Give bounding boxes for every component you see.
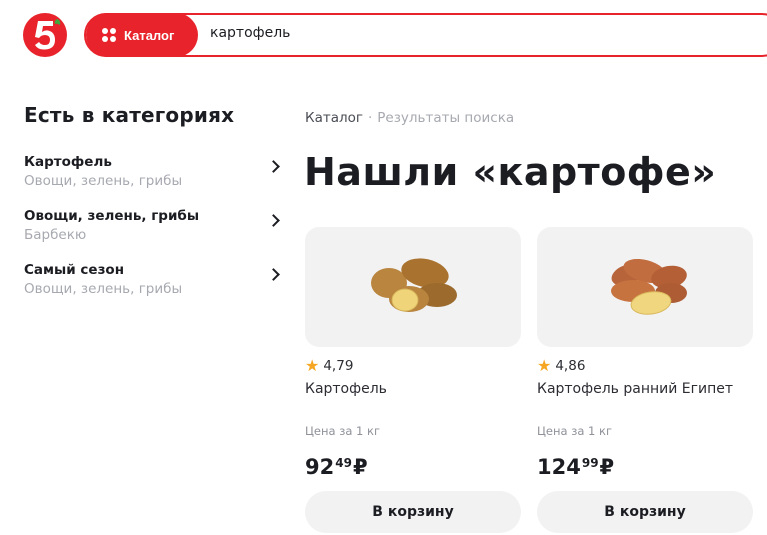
sidebar-item-label: Самый сезон [24, 262, 125, 278]
potato-image [611, 258, 687, 315]
chevron-right-icon [267, 268, 280, 281]
breadcrumb: Каталог · Результаты поиска [305, 110, 514, 126]
catalog-button[interactable]: Каталог [86, 13, 198, 57]
catalog-button-label: Каталог [124, 27, 175, 43]
price-unit-label: Цена за 1 кг [305, 424, 381, 438]
currency-symbol: ₽ [352, 455, 368, 479]
breadcrumb-current: Результаты поиска [377, 110, 515, 126]
breadcrumb-catalog-link[interactable]: Каталог [305, 110, 363, 126]
price-integer: 124 [537, 455, 581, 479]
product-image[interactable] [537, 227, 753, 347]
sidebar-item-sublabel: Барбекю [24, 227, 87, 243]
product-price: 124 99 ₽ [537, 455, 614, 479]
product-name[interactable]: Картофель [305, 381, 387, 397]
search-input[interactable] [210, 25, 710, 41]
breadcrumb-separator: · [367, 110, 373, 126]
price-fraction: 99 [581, 456, 599, 470]
currency-symbol: ₽ [599, 455, 615, 479]
pyaterochka-logo[interactable] [22, 12, 68, 58]
product-name[interactable]: Картофель ранний Египет [537, 381, 733, 397]
product-image[interactable] [305, 227, 521, 347]
categories-title: Есть в категориях [24, 103, 235, 127]
product-rating: ★ 4,79 [305, 356, 353, 375]
add-to-cart-button[interactable]: В корзину [537, 491, 753, 533]
page-title: Нашли «картофе» [304, 150, 717, 194]
chevron-right-icon [267, 160, 280, 173]
sidebar-item-season[interactable]: Самый сезон Овощи, зелень, грибы [24, 262, 284, 302]
price-integer: 92 [305, 455, 335, 479]
sidebar-item-potatoes[interactable]: Картофель Овощи, зелень, грибы [24, 154, 284, 194]
sidebar-item-vegetables[interactable]: Овощи, зелень, грибы Барбекю [24, 208, 284, 248]
product-card[interactable]: ★ 4,79 Картофель Цена за 1 кг 92 49 ₽ В ко… [305, 227, 521, 535]
chevron-right-icon [267, 214, 280, 227]
rating-value: 4,79 [323, 357, 354, 374]
price-fraction: 49 [335, 456, 352, 470]
sidebar-item-sublabel: Овощи, зелень, грибы [24, 281, 183, 297]
price-unit-label: Цена за 1 кг [537, 424, 613, 438]
search-bar: Каталог [84, 13, 767, 57]
add-to-cart-button[interactable]: В корзину [305, 491, 521, 533]
grid-icon [102, 28, 116, 42]
product-rating: ★ 4,86 [537, 356, 585, 375]
star-icon: ★ [305, 356, 320, 375]
product-price: 92 49 ₽ [305, 455, 368, 479]
rating-value: 4,86 [555, 357, 586, 374]
potato-image [371, 258, 457, 312]
sidebar-item-sublabel: Овощи, зелень, грибы [24, 173, 183, 189]
star-icon: ★ [537, 356, 552, 375]
sidebar-item-label: Овощи, зелень, грибы [24, 208, 200, 224]
product-card[interactable]: ★ 4,86 Картофель ранний Египет Цена за 1… [537, 227, 753, 535]
sidebar-item-label: Картофель [24, 154, 112, 170]
